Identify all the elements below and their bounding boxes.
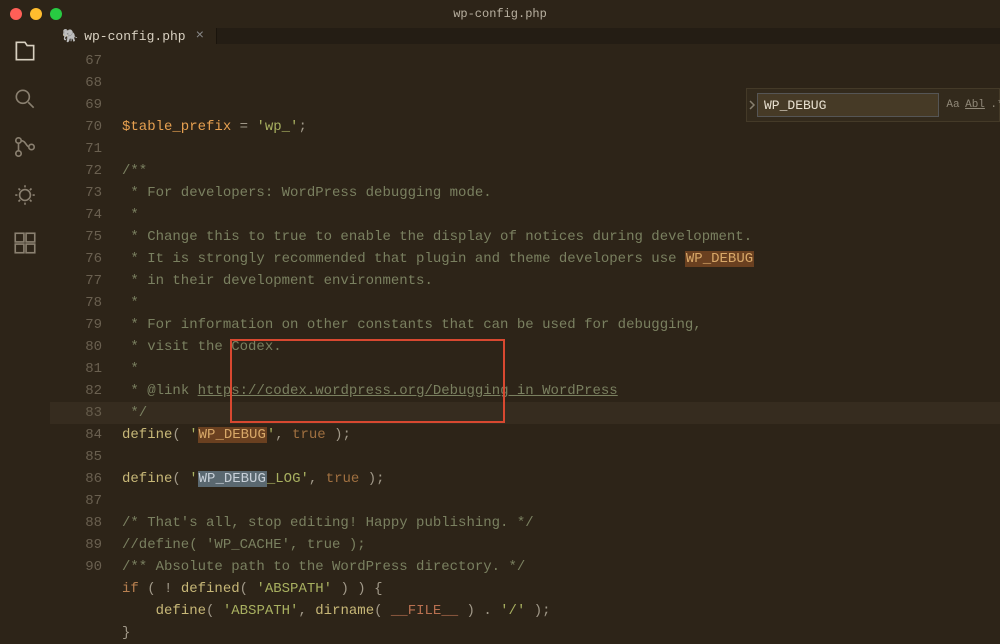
find-widget: Aa Abl .* [746, 88, 1000, 122]
code-line[interactable]: * visit the Codex. [122, 336, 1000, 358]
search-icon[interactable] [12, 86, 38, 112]
code-line[interactable] [122, 138, 1000, 160]
find-input[interactable] [757, 93, 939, 117]
line-number: 81 [50, 358, 102, 380]
line-gutter: 6768697071727374757677787980818283848586… [50, 44, 122, 644]
line-number: 68 [50, 72, 102, 94]
line-number: 71 [50, 138, 102, 160]
line-number: 90 [50, 556, 102, 578]
line-number: 69 [50, 94, 102, 116]
editor[interactable]: 6768697071727374757677787980818283848586… [50, 44, 1000, 644]
line-number: 75 [50, 226, 102, 248]
code-line[interactable] [122, 446, 1000, 468]
code-area[interactable]: $table_prefix = 'wp_';/** * For develope… [122, 44, 1000, 644]
line-number: 84 [50, 424, 102, 446]
toggle-replace-icon[interactable] [747, 89, 757, 121]
line-number: 88 [50, 512, 102, 534]
php-icon: 🐘 [62, 29, 78, 44]
line-number: 76 [50, 248, 102, 270]
code-line[interactable]: /** [122, 160, 1000, 182]
line-number: 82 [50, 380, 102, 402]
code-line[interactable]: * [122, 204, 1000, 226]
line-number: 67 [50, 50, 102, 72]
line-number: 86 [50, 468, 102, 490]
minimize-button[interactable] [30, 8, 42, 20]
window-title: wp-config.php [453, 7, 547, 21]
tab-wp-config[interactable]: 🐘 wp-config.php × [50, 28, 217, 44]
line-number: 72 [50, 160, 102, 182]
code-line[interactable]: * For information on other constants tha… [122, 314, 1000, 336]
line-number: 73 [50, 182, 102, 204]
debug-icon[interactable] [12, 182, 38, 208]
code-line[interactable]: * Change this to true to enable the disp… [122, 226, 1000, 248]
tab-bar: 🐘 wp-config.php × [50, 28, 1000, 44]
match-case-icon[interactable]: Aa [943, 95, 963, 115]
regex-icon[interactable]: .* [987, 95, 1000, 115]
code-line[interactable]: //define( 'WP_CACHE', true ); [122, 534, 1000, 556]
code-line[interactable]: define( 'WP_DEBUG_LOG', true ); [122, 468, 1000, 490]
line-number: 80 [50, 336, 102, 358]
extensions-icon[interactable] [12, 230, 38, 256]
code-line[interactable] [122, 490, 1000, 512]
code-line[interactable]: /** Absolute path to the WordPress direc… [122, 556, 1000, 578]
explorer-icon[interactable] [12, 38, 38, 64]
code-line[interactable]: /* That's all, stop editing! Happy publi… [122, 512, 1000, 534]
code-line[interactable]: } [122, 622, 1000, 644]
code-line[interactable]: * [122, 292, 1000, 314]
line-number: 89 [50, 534, 102, 556]
source-control-icon[interactable] [12, 134, 38, 160]
close-button[interactable] [10, 8, 22, 20]
line-number: 79 [50, 314, 102, 336]
code-line[interactable]: * @link https://codex.wordpress.org/Debu… [122, 380, 1000, 402]
line-number: 78 [50, 292, 102, 314]
code-line[interactable]: * [122, 358, 1000, 380]
code-line[interactable]: define( 'ABSPATH', dirname( __FILE__ ) .… [122, 600, 1000, 622]
line-number: 70 [50, 116, 102, 138]
code-line[interactable]: if ( ! defined( 'ABSPATH' ) ) { [122, 578, 1000, 600]
line-number: 74 [50, 204, 102, 226]
match-word-icon[interactable]: Abl [965, 95, 985, 115]
window-controls [10, 8, 62, 20]
code-line[interactable]: define( 'WP_DEBUG', true ); [122, 424, 1000, 446]
line-number: 87 [50, 490, 102, 512]
code-line[interactable]: * It is strongly recommended that plugin… [122, 248, 1000, 270]
line-number: 85 [50, 446, 102, 468]
titlebar: wp-config.php [0, 0, 1000, 28]
code-line[interactable]: */ [122, 402, 1000, 424]
close-icon[interactable]: × [196, 28, 204, 44]
line-number: 77 [50, 270, 102, 292]
code-line[interactable]: * For developers: WordPress debugging mo… [122, 182, 1000, 204]
activity-bar [0, 28, 50, 584]
code-line[interactable]: * in their development environments. [122, 270, 1000, 292]
tab-label: wp-config.php [84, 29, 185, 44]
maximize-button[interactable] [50, 8, 62, 20]
